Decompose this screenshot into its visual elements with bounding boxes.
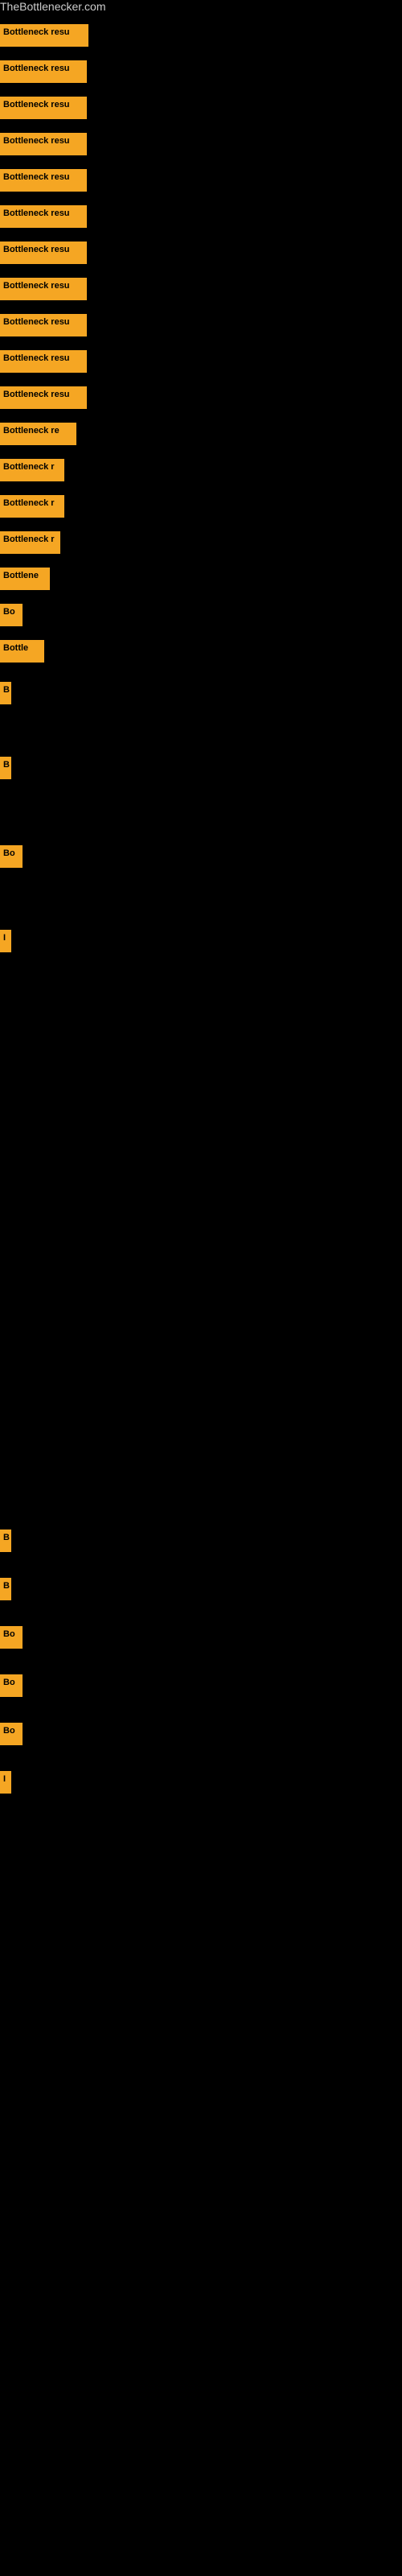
- bottleneck-item[interactable]: Bottleneck r: [0, 459, 64, 481]
- bottleneck-item[interactable]: Bottleneck resu: [0, 60, 87, 83]
- bottleneck-item[interactable]: Bottleneck r: [0, 495, 64, 518]
- bottleneck-item[interactable]: Bottleneck resu: [0, 386, 87, 409]
- bottleneck-item[interactable]: Bottleneck re: [0, 423, 76, 445]
- bottleneck-item[interactable]: Bottleneck resu: [0, 278, 87, 300]
- bottleneck-item[interactable]: Bottleneck resu: [0, 133, 87, 155]
- bottleneck-item[interactable]: Bo: [0, 845, 23, 868]
- bottleneck-item[interactable]: Bo: [0, 1723, 23, 1745]
- bottleneck-item[interactable]: B: [0, 1578, 11, 1600]
- bottleneck-item[interactable]: Bottleneck resu: [0, 242, 87, 264]
- bottleneck-item[interactable]: Bo: [0, 604, 23, 626]
- bottleneck-item[interactable]: I: [0, 1771, 11, 1794]
- bottleneck-item[interactable]: Bottleneck r: [0, 531, 60, 554]
- bottleneck-item[interactable]: Bo: [0, 1626, 23, 1649]
- bottleneck-item[interactable]: I: [0, 930, 11, 952]
- bottleneck-item[interactable]: B: [0, 757, 11, 779]
- site-header: TheBottlenecker.com: [0, 0, 402, 14]
- bottleneck-item[interactable]: B: [0, 1530, 11, 1552]
- bottleneck-item[interactable]: Bottleneck resu: [0, 350, 87, 373]
- bottleneck-item[interactable]: Bottlene: [0, 568, 50, 590]
- bottleneck-item[interactable]: Bottle: [0, 640, 44, 663]
- bottleneck-item[interactable]: Bottleneck resu: [0, 97, 87, 119]
- bottleneck-item[interactable]: Bottleneck resu: [0, 205, 87, 228]
- bottleneck-item[interactable]: Bottleneck resu: [0, 314, 87, 336]
- bottleneck-item[interactable]: Bo: [0, 1674, 23, 1697]
- bottleneck-item[interactable]: B: [0, 682, 11, 704]
- bottleneck-item[interactable]: Bottleneck resu: [0, 24, 88, 47]
- bottleneck-item[interactable]: Bottleneck resu: [0, 169, 87, 192]
